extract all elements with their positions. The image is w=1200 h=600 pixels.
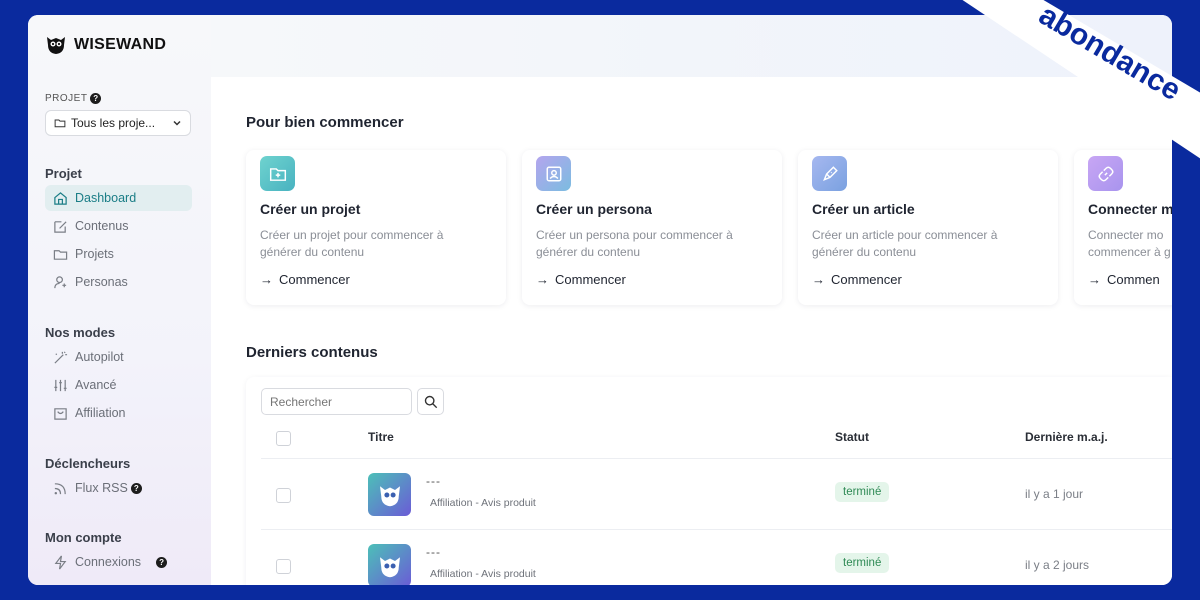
help-icon[interactable]: ? — [90, 93, 102, 104]
sidebar-item-dashboard[interactable]: Dashboard — [45, 185, 192, 211]
sidebar-item-label: Dashboard — [75, 191, 137, 205]
project-label: PROJET ? — [45, 93, 102, 104]
bag-icon — [54, 407, 67, 420]
row-title[interactable]: --- — [426, 474, 441, 488]
pen-icon — [812, 156, 847, 191]
card-create-persona[interactable]: Créer un persona Créer un persona pour c… — [522, 150, 782, 305]
sidebar-item-affiliation[interactable]: Affiliation — [45, 400, 192, 426]
arrow-right-icon: → — [536, 272, 549, 287]
logo-text: WISEWAND — [74, 36, 167, 53]
sidebar-item-flux-rss[interactable]: Flux RSS ? — [45, 475, 192, 501]
getting-started-title: Pour bien commencer — [246, 114, 404, 131]
card-description: Créer un persona pour commencer à générer… — [536, 228, 733, 259]
card-description: Créer un article pour commencer à générer… — [812, 228, 998, 259]
portrait-icon — [536, 156, 571, 191]
chevron-down-icon — [173, 120, 181, 126]
row-subtitle: Affiliation - Avis produit — [430, 497, 536, 509]
sidebar-item-avance[interactable]: Avancé — [45, 372, 192, 398]
card-create-article[interactable]: Créer un article Créer un article pour c… — [798, 150, 1058, 305]
card-title: Créer un persona — [536, 201, 652, 217]
folder-icon — [54, 119, 66, 128]
section-title-projet: Projet — [45, 166, 82, 181]
sidebar-item-label: Contenus — [75, 219, 129, 233]
card-description: Connecter mo commencer à g — [1088, 228, 1171, 259]
logo[interactable]: WISEWAND — [44, 33, 166, 57]
select-all-checkbox[interactable] — [276, 431, 291, 446]
card-link[interactable]: → Commen — [1088, 272, 1160, 287]
section-title-declencheurs: Déclencheurs — [45, 456, 131, 471]
folder-plus-icon — [260, 156, 295, 191]
arrow-right-icon: → — [260, 272, 273, 287]
owl-thumbnail-icon — [368, 473, 411, 516]
sidebar-item-label: Affiliation — [75, 406, 126, 420]
sidebar-item-personas[interactable]: Personas — [45, 269, 192, 295]
sidebar-item-label: Connexions — [75, 555, 142, 569]
row-checkbox[interactable] — [276, 488, 291, 503]
arrow-right-icon: → — [812, 272, 825, 287]
status-badge: terminé — [835, 553, 890, 573]
card-create-project[interactable]: Créer un projet Créer un projet pour com… — [246, 150, 506, 305]
sidebar: WISEWAND PROJET ? Tous les proje... Proj… — [28, 15, 211, 585]
sidebar-item-contenus[interactable]: Contenus — [45, 213, 192, 239]
card-description: Créer un projet pour commencer à générer … — [260, 228, 444, 259]
owl-logo-icon — [47, 37, 65, 54]
sidebar-item-label: Autopilot — [75, 350, 124, 364]
user-icon — [54, 275, 67, 288]
help-icon[interactable]: ? — [130, 482, 142, 494]
search-button[interactable] — [417, 388, 444, 415]
status-badge: terminé — [835, 482, 890, 502]
sidebar-item-autopilot[interactable]: Autopilot — [45, 344, 192, 370]
search-icon — [424, 395, 437, 408]
edit-icon — [54, 220, 67, 233]
rss-icon — [54, 482, 66, 494]
sidebar-item-label: Flux RSS — [75, 481, 128, 495]
row-divider — [261, 529, 1172, 530]
column-header-status: Statut — [835, 430, 869, 444]
latest-contents-title: Derniers contenus — [246, 344, 378, 361]
column-header-updated: Dernière m.a.j. — [1025, 430, 1108, 444]
card-link[interactable]: → Commencer — [260, 272, 350, 287]
search-input[interactable] — [261, 388, 412, 415]
owl-thumbnail-icon — [368, 544, 411, 585]
updated-date: il y a 2 jours — [1025, 558, 1090, 572]
header-divider — [261, 458, 1172, 459]
arrow-right-icon: → — [1088, 272, 1101, 287]
section-title-compte: Mon compte — [45, 530, 122, 545]
folder-icon — [53, 249, 68, 260]
project-select-value: Tous les proje... — [71, 116, 156, 130]
project-select[interactable]: Tous les proje... — [45, 110, 191, 136]
home-icon — [54, 191, 67, 205]
wand-icon — [54, 350, 68, 364]
bolt-icon — [54, 555, 67, 569]
section-title-modes: Nos modes — [45, 325, 116, 340]
help-icon[interactable]: ? — [156, 556, 168, 568]
link-icon — [1088, 156, 1123, 191]
brand-ribbon: abondance — [962, 0, 1200, 159]
column-header-title: Titre — [368, 430, 394, 444]
card-title: Créer un projet — [260, 201, 361, 217]
row-checkbox[interactable] — [276, 559, 291, 574]
project-label-text: PROJET — [45, 93, 88, 104]
sidebar-item-label: Projets — [75, 247, 114, 261]
sidebar-item-projets[interactable]: Projets — [45, 241, 192, 267]
sidebar-item-label: Avancé — [75, 378, 117, 392]
card-link[interactable]: → Commencer — [536, 272, 626, 287]
updated-date: il y a 1 jour — [1025, 487, 1084, 501]
sidebar-item-label: Personas — [75, 275, 128, 289]
card-title: Créer un article — [812, 201, 915, 217]
card-title: Connecter m — [1088, 201, 1172, 217]
card-connect[interactable]: Connecter m Connecter mo commencer à g → C… — [1074, 150, 1172, 305]
card-link[interactable]: → Commencer — [812, 272, 902, 287]
row-title[interactable]: --- — [426, 545, 441, 559]
sliders-icon — [54, 379, 67, 391]
row-subtitle: Affiliation - Avis produit — [430, 568, 536, 580]
sidebar-item-connexions[interactable]: Connexions ? — [45, 549, 192, 575]
